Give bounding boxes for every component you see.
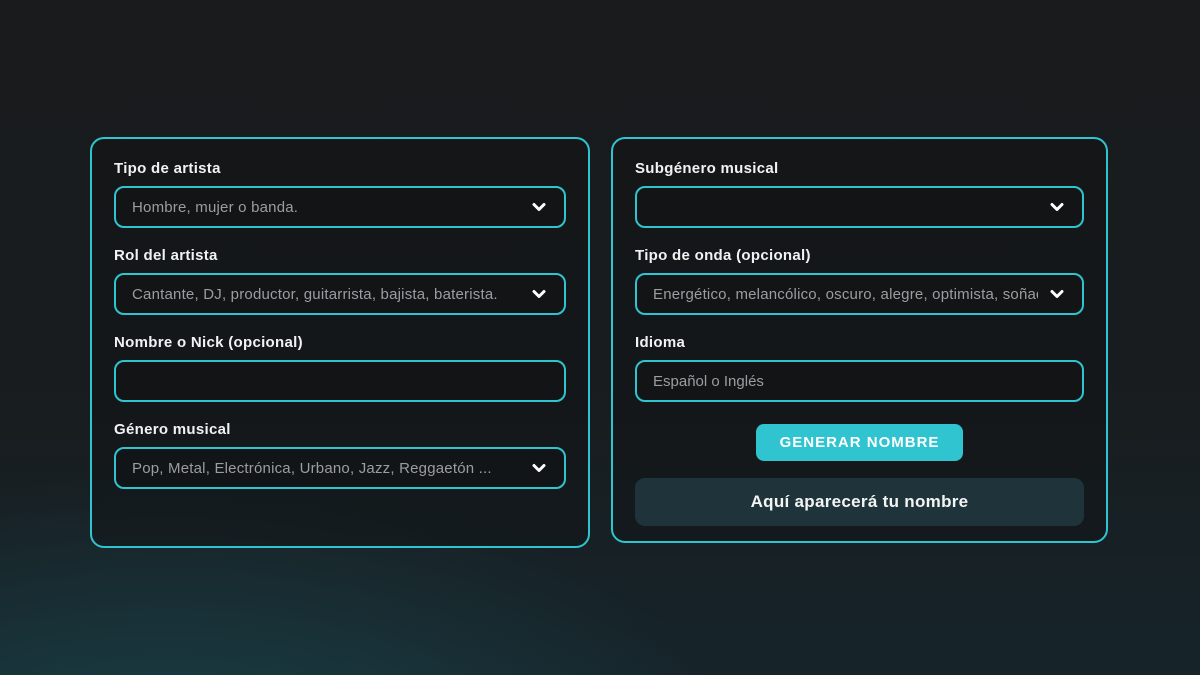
field-tipo-de-artista: Tipo de artista Hombre, mujer o banda.: [114, 160, 566, 228]
tipo-de-artista-label: Tipo de artista: [114, 160, 566, 177]
tipo-de-onda-label: Tipo de onda (opcional): [635, 247, 1084, 264]
subgenero-musical-label: Subgénero musical: [635, 160, 1084, 177]
nombre-o-nick-label: Nombre o Nick (opcional): [114, 334, 566, 351]
rol-del-artista-placeholder: Cantante, DJ, productor, guitarrista, ba…: [132, 286, 520, 303]
artist-basics-panel: Tipo de artista Hombre, mujer o banda. R…: [90, 137, 590, 548]
nombre-o-nick-input[interactable]: [114, 360, 566, 402]
tipo-de-onda-placeholder: Energético, melancólico, oscuro, alegre,…: [653, 286, 1038, 303]
generate-button-row: GENERAR NOMBRE: [635, 424, 1084, 461]
generated-name-result-box: Aquí aparecerá tu nombre: [635, 478, 1084, 526]
artist-name-generator-page: { "theme": { "accent": "#2fc4cf", "backg…: [0, 0, 1200, 675]
chevron-down-icon: [1048, 198, 1066, 216]
idioma-input[interactable]: [635, 360, 1084, 402]
style-and-generate-panel: Subgénero musical Tipo de onda (opcional…: [611, 137, 1108, 543]
generated-name-placeholder-text: Aquí aparecerá tu nombre: [751, 492, 969, 512]
genero-musical-placeholder: Pop, Metal, Electrónica, Urbano, Jazz, R…: [132, 460, 520, 477]
field-genero-musical: Género musical Pop, Metal, Electrónica, …: [114, 421, 566, 489]
genero-musical-select[interactable]: Pop, Metal, Electrónica, Urbano, Jazz, R…: [114, 447, 566, 489]
field-tipo-de-onda: Tipo de onda (opcional) Energético, mela…: [635, 247, 1084, 315]
tipo-de-onda-select[interactable]: Energético, melancólico, oscuro, alegre,…: [635, 273, 1084, 315]
chevron-down-icon: [530, 459, 548, 477]
field-nombre-o-nick: Nombre o Nick (opcional): [114, 334, 566, 402]
rol-del-artista-select[interactable]: Cantante, DJ, productor, guitarrista, ba…: [114, 273, 566, 315]
chevron-down-icon: [530, 198, 548, 216]
tipo-de-artista-select[interactable]: Hombre, mujer o banda.: [114, 186, 566, 228]
field-rol-del-artista: Rol del artista Cantante, DJ, productor,…: [114, 247, 566, 315]
field-idioma: Idioma: [635, 334, 1084, 402]
chevron-down-icon: [1048, 285, 1066, 303]
tipo-de-artista-placeholder: Hombre, mujer o banda.: [132, 199, 520, 216]
generar-nombre-button[interactable]: GENERAR NOMBRE: [756, 424, 964, 461]
chevron-down-icon: [530, 285, 548, 303]
idioma-label: Idioma: [635, 334, 1084, 351]
genero-musical-label: Género musical: [114, 421, 566, 438]
field-subgenero-musical: Subgénero musical: [635, 160, 1084, 228]
rol-del-artista-label: Rol del artista: [114, 247, 566, 264]
subgenero-musical-select[interactable]: [635, 186, 1084, 228]
